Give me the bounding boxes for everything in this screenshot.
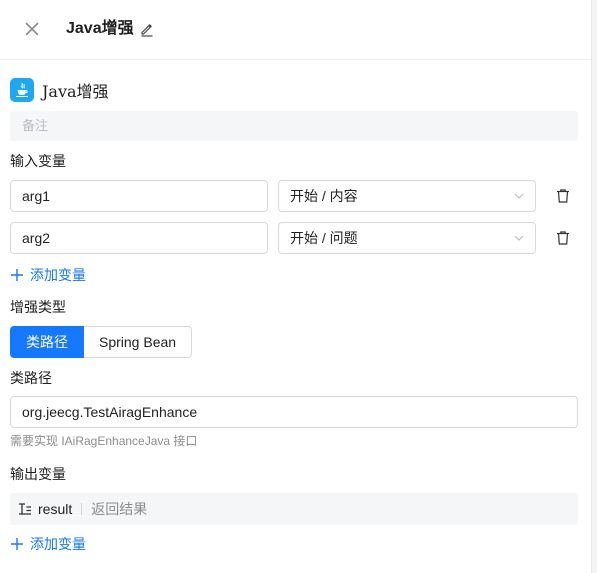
add-output-variable-button[interactable]: 添加变量 (10, 534, 86, 554)
plus-icon (11, 269, 23, 281)
text-type-icon (19, 503, 31, 515)
add-input-variable-label: 添加变量 (30, 267, 86, 283)
select-value: 开始 / 问题 (290, 230, 358, 246)
chevron-down-icon (514, 193, 524, 199)
output-variable-row: result 返回结果 (10, 493, 578, 525)
enhance-type-spring-bean-option[interactable]: Spring Bean (84, 326, 193, 358)
input-variable-source-select[interactable]: 开始 / 内容 (278, 180, 536, 212)
output-variable-name: result (38, 501, 73, 517)
panel-header: Java增强 (0, 0, 591, 60)
plus-icon (11, 538, 23, 550)
divider (81, 503, 83, 515)
select-value: 开始 / 内容 (290, 188, 358, 204)
input-variable-name-field[interactable]: arg1 (10, 180, 268, 212)
edit-title-button[interactable] (139, 21, 155, 37)
classpath-label: 类路径 (10, 370, 52, 386)
panel-scroll-edge (591, 0, 597, 573)
node-config-panel: Java增强 Java增强 备注 输入变量 arg1 开始 / 内容 arg2 … (0, 0, 591, 573)
delete-variable-button[interactable] (555, 188, 571, 204)
trash-icon (557, 231, 569, 245)
enhance-type-label: 增强类型 (10, 299, 66, 315)
classpath-hint: 需要实现 IAiRagEnhanceJava 接口 (10, 434, 198, 448)
close-icon (25, 22, 39, 36)
output-variable-description: 返回结果 (91, 501, 148, 517)
node-title-row: Java增强 (10, 77, 109, 103)
input-variable-name-field[interactable]: arg2 (10, 222, 268, 254)
edit-icon (141, 24, 153, 37)
classpath-input[interactable]: org.jeecg.TestAiragEnhance (10, 396, 578, 428)
input-variables-label: 输入变量 (10, 153, 66, 169)
delete-variable-button[interactable] (555, 230, 571, 246)
chevron-down-icon (514, 235, 524, 241)
enhance-type-segmented: 类路径 Spring Bean (10, 326, 193, 358)
close-button[interactable] (20, 17, 44, 41)
add-input-variable-button[interactable]: 添加变量 (10, 265, 86, 285)
remark-input[interactable]: 备注 (10, 111, 578, 141)
java-icon (10, 78, 34, 102)
add-output-variable-label: 添加变量 (30, 536, 86, 552)
panel-title: Java增强 (66, 20, 134, 37)
node-name: Java增强 (42, 82, 109, 101)
input-variable-source-select[interactable]: 开始 / 问题 (278, 222, 536, 254)
enhance-type-classpath-option[interactable]: 类路径 (10, 326, 84, 358)
output-variables-label: 输出变量 (10, 466, 66, 482)
trash-icon (557, 189, 569, 203)
